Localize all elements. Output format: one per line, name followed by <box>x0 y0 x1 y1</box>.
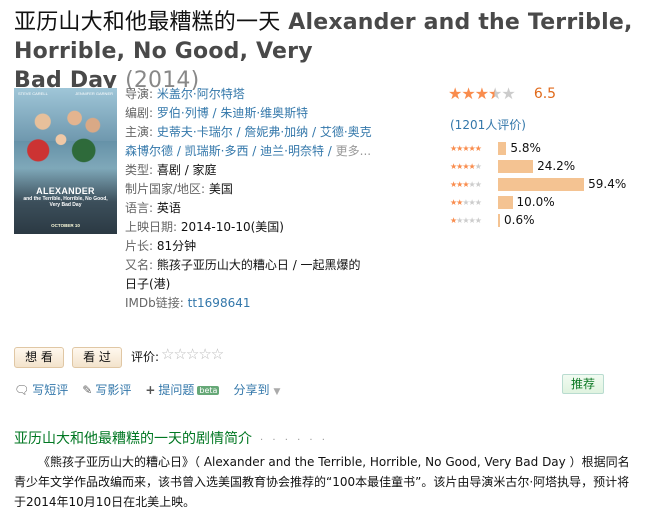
rating-stars-icon: ★★★★★ <box>448 84 516 103</box>
movie-info: 导演: 米盖尔·阿尔特塔 编剧: 罗伯·列博 / 朱迪斯·维奥斯特 主演: 史蒂… <box>125 85 375 313</box>
ask-question-label: 提问题 <box>158 383 195 397</box>
rating-row-4-star: ★★★★★ 24.2% <box>450 157 626 175</box>
director-label: 导演: <box>125 87 154 101</box>
poster-title-block: ALEXANDER and the Terrible, Horrible, No… <box>18 186 113 208</box>
writer-label: 编剧: <box>125 106 154 120</box>
rating-row-pct: 59.4% <box>588 177 627 191</box>
summary-body: 《熊孩子亚历山大的糟心日》（ Alexander and the Terribl… <box>14 452 640 512</box>
write-review-label: 写影评 <box>95 383 132 397</box>
action-bar: 🗨 写短评 ✎ 写影评 + 提问题 beta 分享到 ▼ <box>14 381 280 398</box>
share-label: 分享到 <box>233 383 270 397</box>
rating-row-bar <box>498 141 507 155</box>
poster-big-title: ALEXANDER <box>36 186 95 196</box>
recommend-button[interactable]: 推荐 <box>562 374 604 394</box>
rating-row-stars-icon: ★★★★★ <box>450 161 482 171</box>
runtime-value: 81分钟 <box>156 239 197 253</box>
country-label: 制片国家/地区: <box>125 182 206 196</box>
watched-button[interactable]: 看 过 <box>72 347 122 368</box>
rating-row-pct: 5.8% <box>510 141 541 155</box>
genre-label: 类型: <box>125 163 154 177</box>
rating-row-bar <box>498 177 585 191</box>
rating-row-2-star: ★★★★★ 10.0% <box>450 193 626 211</box>
rating-row-stars-icon: ★★★★★ <box>450 215 482 225</box>
summary-heading-dots: · · · · · · <box>260 435 328 446</box>
cast-link-line2[interactable]: 森博尔德 / 凯瑞斯·多西 / 迪兰·明奈特 / <box>125 144 336 158</box>
rating-row-bar <box>498 159 534 173</box>
page-title: 亚历山大和他最糟糕的一天 Alexander and the Terrible,… <box>14 8 650 95</box>
release-value: 2014-10-10(美国) <box>180 220 284 234</box>
rate-label: 评价: <box>131 350 160 364</box>
language-value: 英语 <box>156 201 181 215</box>
title-cn: 亚历山大和他最糟糕的一天 <box>14 10 281 35</box>
poster-family-art <box>20 100 111 172</box>
rating-distribution: ★★★★★ 5.8% ★★★★★ 24.2% ★★★★★ 59.4% ★★★★★ 10.0% ★… <box>450 139 626 229</box>
rating-row-stars-icon: ★★★★★ <box>450 143 482 153</box>
country-value: 美国 <box>208 182 233 196</box>
rating-summary: ★★★★★ 6.5 <box>448 83 648 103</box>
write-short-review-label: 写短评 <box>32 383 69 397</box>
poster-subtitle: and the Terrible, Horrible, No Good, Ver… <box>23 196 108 208</box>
release-label: 上映日期: <box>125 220 178 234</box>
rating-row-pct: 10.0% <box>516 195 555 209</box>
rating-row-bar <box>498 213 500 227</box>
aka-label: 又名: <box>125 258 154 272</box>
genre-value: 喜剧 / 家庭 <box>156 163 217 177</box>
pencil-icon: ✎ <box>82 383 93 397</box>
rating-row-bar <box>498 195 513 209</box>
aka-value: 熊孩子亚历山大的糟心日 / 一起黑爆的日子(港) <box>125 258 361 291</box>
poster-actor-left: STEVE CARELL <box>18 91 48 96</box>
rating-row-stars-icon: ★★★★★ <box>450 179 482 189</box>
summary-text: 《熊孩子亚历山大的糟心日》（ Alexander and the Terribl… <box>14 455 630 509</box>
share-dropdown[interactable]: 分享到 ▼ <box>233 381 280 398</box>
rating-row-3-star: ★★★★★ 59.4% <box>450 175 626 193</box>
movie-poster[interactable]: STEVE CARELL JENNIFER GARNER ALEXANDER a… <box>14 88 117 234</box>
imdb-label: IMDb链接: <box>125 296 184 310</box>
cast-label: 主演: <box>125 125 154 139</box>
rating-score: 6.5 <box>533 85 557 102</box>
cast-more-link[interactable]: 更多... <box>336 144 371 158</box>
language-label: 语言: <box>125 201 154 215</box>
beta-badge: beta <box>197 386 220 395</box>
poster-date: OCTOBER 10 <box>51 223 80 228</box>
summary-heading-text: 亚历山大和他最糟糕的一天的剧情简介 <box>14 431 252 447</box>
director-link[interactable]: 米盖尔·阿尔特塔 <box>157 87 245 101</box>
imdb-link[interactable]: tt1698641 <box>188 296 251 310</box>
rating-row-stars-icon: ★★★★★ <box>450 197 482 207</box>
comment-icon: 🗨 <box>14 383 30 397</box>
rating-row-1-star: ★★★★★ 0.6% <box>450 211 626 229</box>
chevron-down-icon: ▼ <box>273 387 281 397</box>
rating-votes-link[interactable]: (1201人评价) <box>450 116 526 133</box>
writer-link[interactable]: 罗伯·列博 / 朱迪斯·维奥斯特 <box>157 106 308 120</box>
want-to-watch-button[interactable]: 想 看 <box>14 347 64 368</box>
rate-stars-input[interactable]: ☆☆☆☆☆ <box>161 345 224 363</box>
rating-row-pct: 0.6% <box>504 213 535 227</box>
plus-icon: + <box>145 383 156 397</box>
rating-row-5-star: ★★★★★ 5.8% <box>450 139 626 157</box>
summary-heading: 亚历山大和他最糟糕的一天的剧情简介 · · · · · · <box>14 428 328 448</box>
ask-question-link[interactable]: + 提问题 beta <box>145 381 220 398</box>
cast-link-line1[interactable]: 史蒂夫·卡瑞尔 / 詹妮弗·加纳 / 艾德·奥克 <box>157 125 372 139</box>
write-short-review-link[interactable]: 🗨 写短评 <box>14 381 68 398</box>
write-review-link[interactable]: ✎ 写影评 <box>82 381 131 398</box>
poster-actor-right: JENNIFER GARNER <box>75 91 113 96</box>
poster-credits: STEVE CARELL JENNIFER GARNER <box>18 91 113 96</box>
runtime-label: 片长: <box>125 239 154 253</box>
rating-row-pct: 24.2% <box>537 159 576 173</box>
